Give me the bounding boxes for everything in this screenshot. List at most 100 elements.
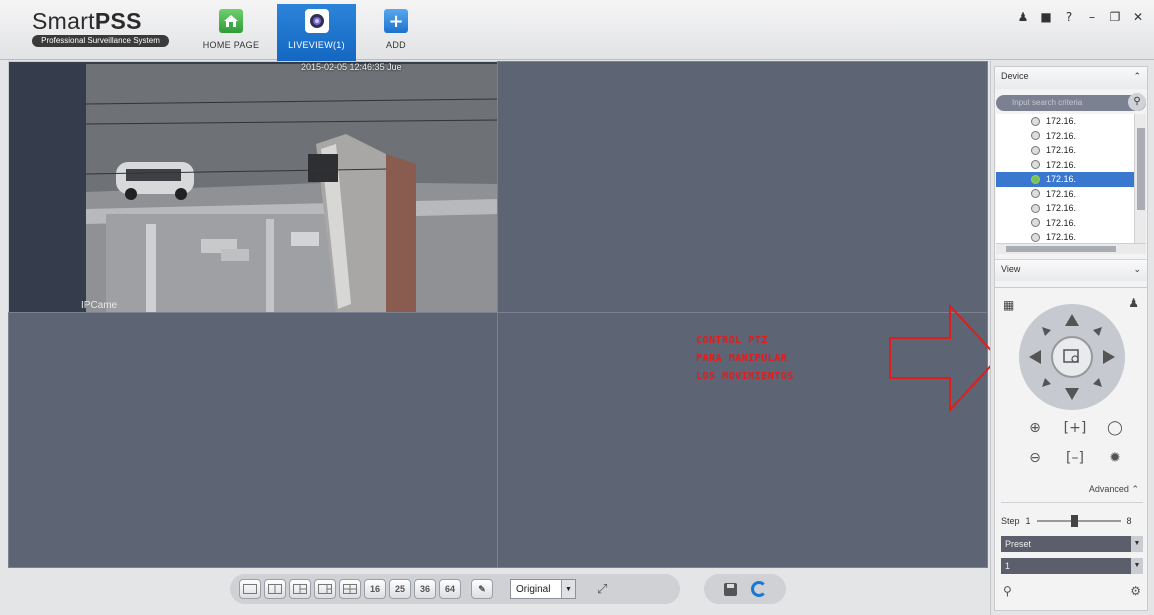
- save-icon[interactable]: [723, 582, 737, 596]
- minimize-icon[interactable]: –: [1086, 10, 1098, 24]
- user-icon[interactable]: ♟: [1017, 10, 1029, 24]
- home-page-button[interactable]: HOME PAGE: [198, 4, 264, 60]
- chevron-down-icon[interactable]: ⌄: [1133, 264, 1141, 277]
- window-controls: ♟ ■ ? – ❐ ✕: [1017, 10, 1144, 24]
- zoom-out-icon[interactable]: ⊖: [1015, 450, 1055, 466]
- device-item[interactable]: 172.16.: [996, 216, 1134, 231]
- layout-2-button[interactable]: [264, 579, 286, 599]
- advanced-toggle[interactable]: Advanced ⌃: [1089, 484, 1139, 495]
- annotation-line-1: CONTROL PTZ: [696, 335, 768, 346]
- layout-36-button[interactable]: 36: [414, 579, 436, 599]
- liveview-tab[interactable]: LIVEVIEW(1): [277, 4, 356, 61]
- camera-device-icon: [1031, 203, 1040, 213]
- device-search-input[interactable]: Input search criteria ⚲: [996, 93, 1146, 111]
- iris-close-icon[interactable]: ✹: [1095, 450, 1135, 466]
- camera-label: IPCame: [81, 300, 118, 311]
- layout-25-button[interactable]: 25: [389, 579, 411, 599]
- add-button[interactable]: + ADD: [374, 4, 418, 60]
- preset-number-select[interactable]: 1 ▼: [1001, 558, 1143, 574]
- video-window-1[interactable]: 2015-02-05 12:46:35 Jue IPCame: [8, 61, 498, 313]
- device-item[interactable]: 172.16.: [996, 201, 1134, 216]
- camera-device-icon: [1031, 218, 1040, 228]
- help-icon[interactable]: ?: [1063, 10, 1075, 24]
- layout-16-button[interactable]: 16: [364, 579, 386, 599]
- layout-4-button[interactable]: [314, 579, 336, 599]
- chevron-up-icon: ⌃: [1131, 484, 1139, 494]
- view-panel-header[interactable]: View ⌄: [995, 259, 1147, 281]
- annotation-line-3: LOS MOVIMIENTOS: [696, 371, 794, 382]
- device-item[interactable]: 172.16.: [996, 114, 1134, 129]
- annotation-line-2: PARA MANIPULAR: [696, 353, 788, 364]
- record-controls: [704, 574, 786, 604]
- camera-device-online-icon: [1031, 174, 1040, 184]
- step-max: 8: [1126, 516, 1132, 526]
- device-item[interactable]: 172.16.: [996, 158, 1134, 173]
- search-placeholder: Input search criteria: [1012, 98, 1083, 107]
- device-item[interactable]: 172.16.: [996, 143, 1134, 158]
- step-slider[interactable]: [1036, 515, 1121, 527]
- chevron-up-icon[interactable]: ⌃: [1133, 71, 1141, 85]
- camera-device-icon: [1031, 116, 1040, 126]
- ptz-user-icon[interactable]: ♟: [1128, 296, 1139, 310]
- logo-title: SmartPSS: [32, 8, 142, 34]
- zoom-in-icon[interactable]: ⊕: [1015, 420, 1055, 436]
- focus-out-icon[interactable]: [–]: [1055, 450, 1095, 466]
- layout-selector: 16 25 36 64 ✎ Original ▼ ⤢: [230, 574, 680, 604]
- ptz-menu-icon[interactable]: ▦: [1003, 298, 1014, 312]
- right-panel: Device ⌃ Input search criteria ⚲ 172.16.…: [990, 61, 1154, 615]
- ptz-bottom-actions: ⚲ ⚙: [1003, 584, 1141, 598]
- restore-icon[interactable]: ❐: [1109, 10, 1121, 24]
- step-slider-thumb[interactable]: [1071, 515, 1079, 527]
- scrollbar-thumb[interactable]: [1006, 246, 1116, 252]
- device-tree-horizontal-scrollbar[interactable]: [996, 243, 1146, 254]
- add-label: ADD: [386, 40, 406, 50]
- custom-layout-pencil-icon[interactable]: ✎: [471, 579, 493, 599]
- dropdown-arrow-icon: ▼: [561, 580, 575, 598]
- camera-feed: [86, 64, 498, 312]
- divider: [1001, 502, 1143, 503]
- dropdown-arrow-icon: ▼: [1131, 536, 1143, 552]
- layout-64-button[interactable]: 64: [439, 579, 461, 599]
- camera-icon: [304, 9, 329, 33]
- scrollbar-thumb[interactable]: [1137, 128, 1145, 210]
- focus-in-icon[interactable]: [+]: [1055, 420, 1095, 436]
- lock-icon[interactable]: ■: [1040, 10, 1052, 24]
- camera-device-icon: [1031, 145, 1040, 155]
- fullscreen-icon[interactable]: ⤢: [597, 582, 607, 597]
- device-item[interactable]: 172.16.: [996, 230, 1134, 243]
- stream-type-select[interactable]: Original ▼: [510, 579, 576, 599]
- ptz-direction-pad[interactable]: [1017, 302, 1127, 412]
- iris-open-icon[interactable]: ◯: [1095, 420, 1135, 436]
- logo-subtitle: Professional Surveillance System: [32, 35, 169, 47]
- refresh-icon[interactable]: [750, 581, 767, 597]
- ptz-panel: ▦ ♟ ⊕ [+] ◯ ⊖ [–] ✹ Advanced ⌃ Step 1 8 …: [994, 287, 1148, 611]
- layout-1-button[interactable]: [239, 579, 261, 599]
- gear-icon[interactable]: ⚙: [1130, 584, 1141, 598]
- device-panel-header[interactable]: Device ⌃: [995, 67, 1147, 89]
- smartpss-window: SmartPSS Professional Surveillance Syste…: [0, 0, 1154, 615]
- step-label: Step: [1001, 516, 1020, 526]
- plus-icon: +: [384, 9, 408, 33]
- layout-3-button[interactable]: [289, 579, 311, 599]
- step-min: 1: [1025, 516, 1031, 526]
- camera-device-icon: [1031, 232, 1040, 242]
- search-icon[interactable]: ⚲: [1128, 93, 1146, 111]
- video-window-3[interactable]: [8, 312, 498, 568]
- device-item[interactable]: 172.16.: [996, 187, 1134, 202]
- close-icon[interactable]: ✕: [1132, 10, 1144, 24]
- location-pin-icon[interactable]: ⚲: [1003, 584, 1012, 598]
- camera-device-icon: [1031, 160, 1040, 170]
- device-tree-vertical-scrollbar[interactable]: [1134, 114, 1146, 243]
- video-window-2[interactable]: [497, 61, 988, 313]
- preset-value: 1: [1005, 561, 1011, 571]
- layout-quad-button[interactable]: [339, 579, 361, 599]
- preset-type-select[interactable]: Preset ▼: [1001, 536, 1143, 552]
- view-panel-title: View: [1001, 264, 1021, 274]
- video-timestamp: 2015-02-05 12:46:35 Jue: [301, 62, 402, 72]
- device-tree: 172.16. 172.16. 172.16. 172.16. 172.16. …: [996, 114, 1134, 243]
- ptz-zoom-focus-iris: ⊕ [+] ◯ ⊖ [–] ✹: [1015, 420, 1135, 466]
- device-item-selected[interactable]: 172.16.: [996, 172, 1134, 187]
- step-slider-row: Step 1 8: [1001, 515, 1143, 527]
- stream-type-value: Original: [516, 583, 551, 595]
- device-item[interactable]: 172.16.: [996, 129, 1134, 144]
